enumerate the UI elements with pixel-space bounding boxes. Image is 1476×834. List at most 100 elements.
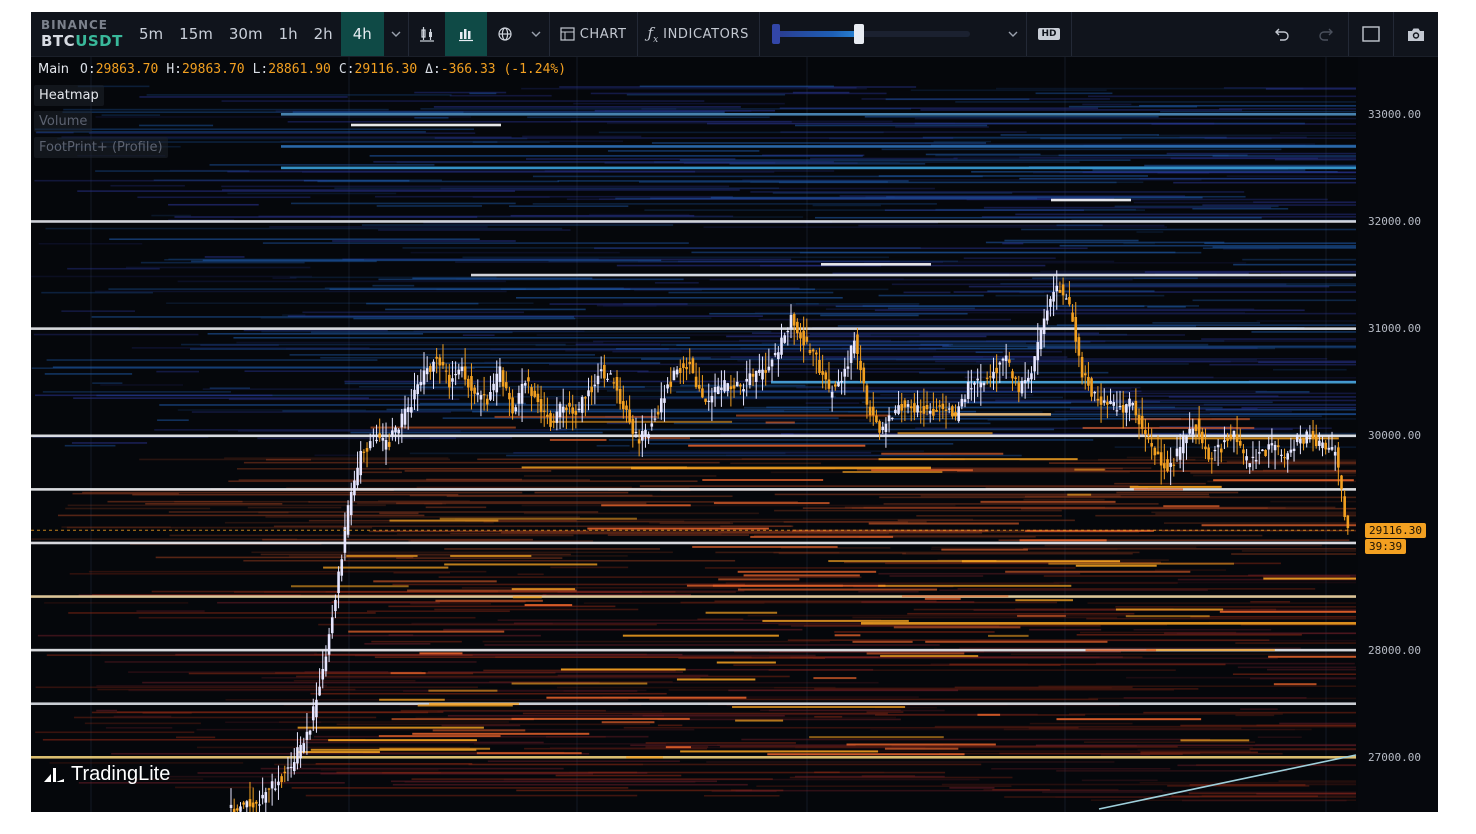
globe-icon[interactable] <box>487 12 523 56</box>
candle-body <box>1068 296 1071 305</box>
hd-button[interactable]: HD <box>1027 12 1071 56</box>
tf-5m-button[interactable]: 5m <box>129 12 171 56</box>
liquidity-streak <box>987 290 1155 292</box>
liquidity-streak <box>747 614 1130 617</box>
liquidity-streak <box>794 775 945 778</box>
candle-body <box>1106 401 1109 405</box>
liquidity-streak <box>181 343 566 346</box>
candle-body <box>1191 428 1195 435</box>
liquidity-streak <box>31 367 475 369</box>
globe-chevron-down-icon[interactable] <box>523 12 549 56</box>
candle-body <box>530 387 533 396</box>
indicators-button[interactable]: ƒx INDICATORS <box>638 12 759 56</box>
slider-track[interactable] <box>772 24 970 44</box>
layer-volume-toggle[interactable]: Volume <box>34 111 93 132</box>
tf-15m-button[interactable]: 15m <box>171 12 221 56</box>
tf-2h-button[interactable]: 2h <box>306 12 341 56</box>
candle-body <box>678 367 682 373</box>
candle-body <box>1096 398 1100 401</box>
camera-icon[interactable] <box>1394 12 1438 56</box>
redo-icon[interactable] <box>1304 12 1348 56</box>
candle-body <box>957 406 960 422</box>
tf-30m-button[interactable]: 30m <box>221 12 271 56</box>
liquidity-streak <box>174 500 310 503</box>
candle-body <box>1121 404 1125 413</box>
liquidity-streak <box>920 109 1243 111</box>
liquidity-streak <box>221 100 705 102</box>
candle-body <box>1248 463 1252 468</box>
undo-icon[interactable] <box>1260 12 1304 56</box>
liquidity-streak <box>1237 666 1356 669</box>
liquidity-streak <box>814 715 843 718</box>
timeframe-chevron-down-icon[interactable] <box>384 12 408 56</box>
fullscreen-icon[interactable] <box>1349 12 1393 56</box>
liquidity-streak <box>320 769 439 771</box>
candle-body <box>1318 440 1321 446</box>
candle-body <box>637 439 641 444</box>
liquidity-streak <box>1190 472 1356 474</box>
liquidity-streak <box>151 214 192 217</box>
liquidity-streak <box>1056 224 1103 227</box>
slider-handle[interactable] <box>854 24 864 44</box>
liquidity-streak <box>472 141 550 144</box>
candle-body <box>498 366 502 382</box>
bid-streak <box>813 677 857 680</box>
candle-body <box>951 406 954 417</box>
candle-body <box>989 376 992 378</box>
liquidity-streak <box>1192 207 1289 210</box>
candle-body <box>789 314 793 329</box>
liquidity-streak <box>139 124 214 127</box>
layer-footprint-toggle[interactable]: FootPrint+ (Profile) <box>34 137 168 158</box>
liquidity-streak <box>490 348 937 351</box>
liquidity-streak <box>317 180 559 183</box>
liquidity-streak <box>730 462 822 465</box>
candles-icon[interactable] <box>409 12 445 56</box>
liquidity-streak <box>1068 105 1198 108</box>
bid-streak <box>676 678 756 681</box>
price-axis[interactable]: 33000.00 32000.00 31000.00 30000.00 2800… <box>1358 57 1438 812</box>
liquidity-streak <box>1114 205 1279 208</box>
bid-streak <box>871 469 973 472</box>
chart-button[interactable]: CHART <box>550 12 637 56</box>
bid-streak <box>893 626 1021 629</box>
legend-main-label[interactable]: Main <box>35 60 72 79</box>
symbol-selector[interactable]: BINANCE BTCUSDT <box>31 12 129 56</box>
slider-min-handle[interactable] <box>772 24 780 44</box>
tf-1h-button[interactable]: 1h <box>271 12 306 56</box>
candle-body <box>631 418 635 434</box>
tf-4h-button[interactable]: 4h <box>340 12 384 56</box>
liquidity-streak <box>1209 363 1356 366</box>
candle-body <box>425 368 429 375</box>
liquidity-streak <box>1086 617 1356 620</box>
liquidity-streak <box>704 567 1076 569</box>
layer-heatmap-toggle[interactable]: Heatmap <box>34 85 104 106</box>
heatmap-intensity-slider[interactable] <box>760 12 1000 56</box>
bars-chart-icon[interactable] <box>444 12 487 56</box>
candle-body <box>454 373 457 376</box>
candle-body <box>729 386 733 390</box>
candle-body <box>1182 435 1185 454</box>
candle-body <box>1204 446 1207 450</box>
slider-chevron-down-icon[interactable] <box>1000 12 1026 56</box>
candle-body <box>527 377 530 382</box>
liquidity-streak <box>41 291 153 294</box>
liquidity-streak <box>207 333 424 335</box>
heatmap-canvas[interactable] <box>31 57 1358 812</box>
bid-streak <box>1082 426 1255 429</box>
candle-body <box>833 384 837 387</box>
candle-body <box>264 792 268 803</box>
liquidity-streak <box>91 316 574 318</box>
liquidity-streak <box>176 736 216 739</box>
liquidity-streak <box>388 605 616 608</box>
candle-body <box>963 399 967 402</box>
bid-streak <box>419 652 463 655</box>
candle-body <box>890 417 894 419</box>
candle-body <box>1346 515 1350 529</box>
candle-body <box>362 451 366 453</box>
liquidity-streak <box>1003 728 1312 731</box>
candle-body <box>353 480 356 496</box>
heatmap-chart-area[interactable]: 33000.00 32000.00 31000.00 30000.00 2800… <box>31 57 1438 812</box>
candle-body <box>381 438 385 441</box>
candle-body <box>308 730 312 735</box>
liquidity-streak <box>411 622 553 625</box>
